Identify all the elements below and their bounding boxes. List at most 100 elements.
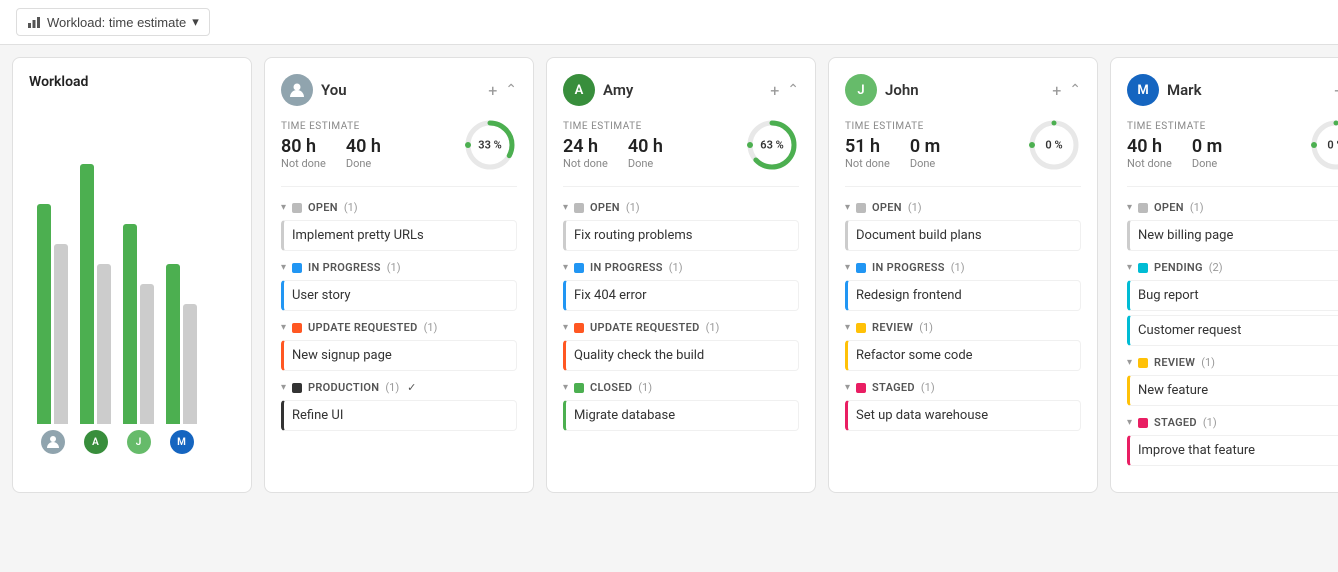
status-chevron-closed: ▾ [563, 382, 568, 393]
task-item[interactable]: Refine UI [281, 400, 517, 431]
status-header-closed[interactable]: ▾CLOSED(1) [563, 381, 799, 394]
header-actions-amy: +⌃ [770, 81, 799, 100]
status-name-closed: CLOSED [590, 381, 632, 394]
status-name-open: OPEN [1154, 201, 1184, 214]
status-group-open: ▾OPEN(1) New billing page [1127, 201, 1338, 251]
task-item[interactable]: Migrate database [563, 400, 799, 431]
collapse-col-you[interactable]: ⌃ [505, 82, 517, 98]
done-value-john: 0 m [910, 136, 940, 157]
time-label-you: TIME ESTIMATE [281, 121, 381, 132]
task-item[interactable]: New signup page [281, 340, 517, 371]
donut-label-john: 0 % [1045, 139, 1062, 152]
status-header-pending[interactable]: ▾PENDING(2) [1127, 261, 1338, 274]
person-header-you: You + ⌃ [281, 74, 517, 106]
task-item[interactable]: New billing page [1127, 220, 1338, 251]
task-name: Migrate database [574, 408, 675, 423]
task-item[interactable]: Fix 404 error [563, 280, 799, 311]
main-content: Workload AJM You+⌃TIME ESTIMATE80 hNot d… [0, 45, 1338, 505]
status-group-staged: ▾STAGED(1)Improve that feature [1127, 416, 1338, 466]
task-name: Improve that feature [1138, 443, 1255, 458]
status-header-review[interactable]: ▾REVIEW(1) [845, 321, 1081, 334]
status-chevron-in_progress: ▾ [845, 262, 850, 273]
collapse-col-amy[interactable]: ⌃ [787, 82, 799, 98]
task-item[interactable]: Document build plans [845, 220, 1081, 251]
avatar-john: J [845, 74, 877, 106]
status-count-pending: (2) [1209, 261, 1223, 274]
status-dot-open [1138, 203, 1148, 213]
task-item[interactable]: Redesign frontend [845, 280, 1081, 311]
status-dot-update_requested [574, 323, 584, 333]
status-group-open: ▾OPEN(1) Implement pretty URLs [281, 201, 517, 251]
add-task-amy[interactable]: + [770, 81, 779, 100]
task-item[interactable]: Implement pretty URLs [281, 220, 517, 251]
person-col-you: You+⌃TIME ESTIMATE80 hNot done40 hDone 3… [264, 57, 534, 493]
add-task-you[interactable]: + [488, 81, 497, 100]
task-item[interactable]: Improve that feature [1127, 435, 1338, 466]
status-header-update_requested[interactable]: ▾UPDATE REQUESTED(1) [563, 321, 799, 334]
person-info-you: You [281, 74, 347, 106]
status-header-staged[interactable]: ▾STAGED(1) [845, 381, 1081, 394]
task-item[interactable]: Bug report [1127, 280, 1338, 311]
status-group-production: ▾PRODUCTION(1)✓ Refine UI [281, 381, 517, 431]
done-value-amy: 40 h [628, 136, 663, 157]
task-name: New billing page [1138, 228, 1233, 243]
status-group-closed: ▾CLOSED(1)Migrate database [563, 381, 799, 431]
status-count-open: (1) [626, 201, 640, 214]
task-item[interactable]: User story [281, 280, 517, 311]
header-actions-john: +⌃ [1052, 81, 1081, 100]
task-item[interactable]: Quality check the build [563, 340, 799, 371]
status-count-update_requested: (1) [424, 321, 438, 334]
task-item[interactable]: Refactor some code [845, 340, 1081, 371]
task-item[interactable]: Set up data warehouse [845, 400, 1081, 431]
task-item[interactable]: New feature [1127, 375, 1338, 406]
done-label-you: Done [346, 157, 381, 170]
person-info-mark: MMark [1127, 74, 1202, 106]
status-dot-open [574, 203, 584, 213]
status-name-production: PRODUCTION [308, 381, 379, 394]
status-count-open: (1) [908, 201, 922, 214]
chart-avatar-john: J [127, 430, 151, 454]
status-header-in_progress[interactable]: ▾IN PROGRESS(1) [563, 261, 799, 274]
status-chevron-open: ▾ [845, 202, 850, 213]
task-name: Set up data warehouse [856, 408, 988, 423]
add-task-john[interactable]: + [1052, 81, 1061, 100]
status-header-open[interactable]: ▾OPEN(1) [281, 201, 517, 214]
chart-bar-group-john: J [123, 224, 154, 454]
status-header-review[interactable]: ▾REVIEW(1) [1127, 356, 1338, 369]
chart-avatar-mark: M [170, 430, 194, 454]
collapse-col-john[interactable]: ⌃ [1069, 82, 1081, 98]
workload-button[interactable]: Workload: time estimate ▾ [16, 8, 210, 36]
status-header-in_progress[interactable]: ▾IN PROGRESS(1) [281, 261, 517, 274]
status-name-staged: STAGED [872, 381, 915, 394]
task-name: New feature [1138, 383, 1208, 398]
status-name-update_requested: UPDATE REQUESTED [308, 321, 418, 334]
status-header-in_progress[interactable]: ▾IN PROGRESS(1) [845, 261, 1081, 274]
top-bar: Workload: time estimate ▾ [0, 0, 1338, 45]
status-header-production[interactable]: ▾PRODUCTION(1)✓ [281, 381, 517, 394]
task-item[interactable]: Fix routing problems [563, 220, 799, 251]
task-name: New signup page [292, 348, 392, 363]
done-label-mark: Done [1192, 157, 1222, 170]
person-info-amy: AAmy [563, 74, 633, 106]
status-groups-amy: ▾OPEN(1) Fix routing problems ▾IN PROGRESS… [563, 201, 799, 431]
task-name: Refactor some code [856, 348, 973, 363]
status-header-open[interactable]: ▾OPEN(1) [1127, 201, 1338, 214]
time-section-john: TIME ESTIMATE51 hNot done0 mDone 0 % [845, 118, 1081, 187]
status-header-open[interactable]: ▾OPEN(1) [845, 201, 1081, 214]
person-name-mark: Mark [1167, 81, 1202, 99]
bar-stack-amy [80, 164, 111, 424]
status-header-open[interactable]: ▾OPEN(1) [563, 201, 799, 214]
status-count-staged: (1) [1203, 416, 1217, 429]
status-count-in_progress: (1) [669, 261, 683, 274]
time-section-amy: TIME ESTIMATE24 hNot done40 hDone 63 % [563, 118, 799, 187]
bar-stack-mark [166, 264, 197, 424]
done-value-you: 40 h [346, 136, 381, 157]
task-item[interactable]: Customer request [1127, 315, 1338, 346]
dropdown-icon: ▾ [192, 14, 199, 30]
status-header-update_requested[interactable]: ▾UPDATE REQUESTED(1) [281, 321, 517, 334]
time-label-mark: TIME ESTIMATE [1127, 121, 1222, 132]
add-task-mark[interactable]: + [1334, 81, 1338, 100]
status-chevron-open: ▾ [281, 202, 286, 213]
status-name-staged: STAGED [1154, 416, 1197, 429]
status-header-staged[interactable]: ▾STAGED(1) [1127, 416, 1338, 429]
